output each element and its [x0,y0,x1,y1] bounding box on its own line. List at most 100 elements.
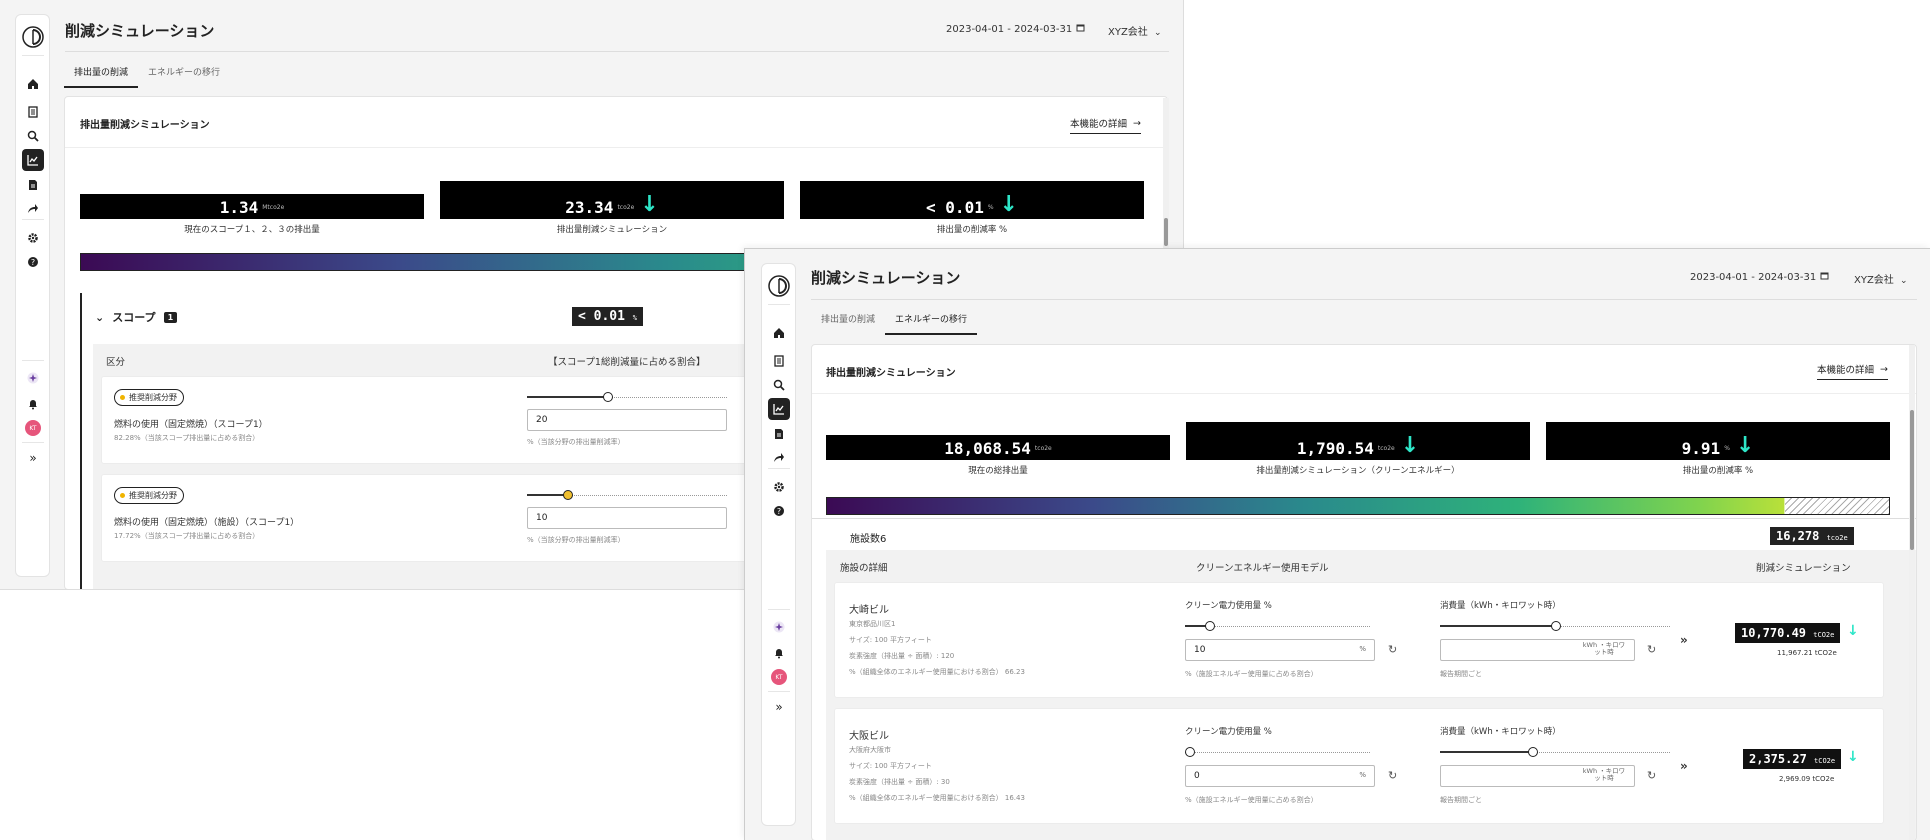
report-icon[interactable] [768,423,790,445]
settings-icon[interactable] [768,476,790,498]
clean-power-slider[interactable] [1185,747,1370,757]
section-header-facility: 施設の詳細 [840,563,888,574]
sidebar-divider [22,219,44,220]
chart-icon[interactable] [768,398,790,420]
settings-icon[interactable] [22,227,44,249]
tab-emission-reduction[interactable]: 排出量の削減 [64,60,139,88]
slider-track [1185,752,1370,753]
chart-icon[interactable] [22,149,44,171]
avatar[interactable]: KT [771,669,787,685]
logo-icon[interactable] [21,25,45,49]
kpi-current-emissions: 1.34 Mtco2e [80,194,424,219]
double-chevron-right-icon: » [1680,759,1688,773]
share-icon[interactable] [768,447,790,469]
sparkle-icon[interactable] [768,616,790,638]
facility-address: 大阪府大阪市 [849,746,891,754]
bell-icon[interactable] [768,642,790,664]
slider-knob[interactable] [1528,747,1538,757]
search-icon[interactable] [768,374,790,396]
reduction-input[interactable]: 10 [527,507,727,529]
clean-power-label: クリーン電力使用量 % [1185,601,1272,611]
consumption-input[interactable]: kWh ・キロワット時 [1440,639,1635,661]
bell-icon[interactable] [22,393,44,415]
kpi-unit: Mtco2e [262,204,285,211]
company-selector[interactable]: XYZ会社 ⌄ [1108,23,1162,38]
scroll-thumb[interactable] [1164,218,1168,246]
consumption-suffix: kWh ・キロワット時 [1582,767,1626,782]
detail-link[interactable]: 本機能の詳細 → [1070,116,1141,134]
facility-name: 大阪ビル [849,731,889,742]
reduction-slider[interactable] [527,490,727,500]
kpi-unit: % [1724,445,1730,452]
share-icon[interactable] [22,198,44,220]
chevron-down-icon: ⌄ [95,310,105,324]
help-icon[interactable]: ? [768,500,790,522]
kpi-unit: tco2e [1377,445,1395,452]
clean-power-input[interactable]: 10 % [1185,639,1375,661]
clean-power-input[interactable]: 0 % [1185,765,1375,787]
slider-knob[interactable] [1205,621,1215,631]
slider-knob[interactable] [1185,747,1195,757]
expand-icon[interactable]: » [768,696,790,718]
chevron-down-icon: ⌄ [1900,276,1908,286]
consumption-slider[interactable] [1440,747,1670,757]
result-previous: 11,967.21 tCO2e [1777,649,1837,657]
kpi-value: 9.91 [1681,439,1721,458]
tab-energy-transition[interactable]: エネルギーの移行 [138,60,230,88]
scope-reduction-unit: % [632,314,638,322]
header-divider [811,299,1917,300]
input-note: %（当該分野の排出量削減率） [527,536,625,544]
clean-power-slider[interactable] [1185,621,1370,631]
refresh-icon[interactable]: ↻ [1647,643,1656,656]
date-range-picker[interactable]: 2023-04-01 - 2024-03-31 [946,23,1085,35]
consumption-input[interactable]: kWh ・キロワット時 [1440,765,1635,787]
sparkle-icon[interactable] [22,367,44,389]
tab-energy-transition[interactable]: エネルギーの移行 [885,307,978,335]
facility-size: サイズ: 100 平方フィート [849,636,932,644]
detail-link-label: 本機能の詳細 [1817,365,1875,376]
company-selector[interactable]: XYZ会社 ⌄ [1854,271,1908,286]
scroll-thumb[interactable] [1910,410,1914,550]
clean-power-note: %（施設エネルギー使用量に占める割合） [1185,670,1318,678]
facility-total-value: 16,278 [1776,529,1820,543]
reduction-input[interactable]: 20 [527,409,727,431]
consumption-slider[interactable] [1440,621,1670,631]
refresh-icon[interactable]: ↻ [1388,769,1397,782]
tab-emission-reduction[interactable]: 排出量の削減 [811,307,885,335]
down-arrow-icon: ↓ [640,192,659,217]
document-icon[interactable] [768,350,790,372]
document-icon[interactable] [22,101,44,123]
home-icon[interactable] [22,73,44,95]
sidebar-divider [22,360,44,361]
clean-power-suffix: % [1359,771,1366,779]
down-arrow-icon: ↓ [999,192,1018,217]
facility-intensity: 炭素強度（排出量 ÷ 面積）: 30 [849,778,950,786]
reduction-slider[interactable] [527,392,727,402]
refresh-icon[interactable]: ↻ [1388,643,1397,656]
reduction-gradient-bar [826,497,1890,515]
kpi-unit: tco2e [617,204,635,211]
facility-total-badge: 16,278 tco2e [1770,527,1854,545]
slider-knob[interactable] [563,490,573,500]
slider-knob[interactable] [603,392,613,402]
company-name: XYZ会社 [1108,27,1148,38]
report-icon[interactable] [22,174,44,196]
input-note: %（当該分野の排出量削減率） [527,438,625,446]
help-icon[interactable]: ? [22,251,44,273]
scrollbar[interactable] [1909,345,1915,840]
date-range-picker[interactable]: 2023-04-01 - 2024-03-31 [1690,271,1829,283]
card-divider [812,518,1916,519]
window-energy-transition: ? KT » 削減シミュレーション 2023-04-01 - 2024-03-3… [744,248,1930,840]
refresh-icon[interactable]: ↻ [1647,769,1656,782]
kpi-value: < 0.01 [926,198,984,217]
slider-knob[interactable] [1551,621,1561,631]
avatar[interactable]: KT [25,420,41,436]
home-icon[interactable] [768,322,790,344]
card-title: 排出量削減シミュレーション [826,368,956,379]
scrollbar[interactable] [1163,98,1169,248]
logo-icon[interactable] [767,274,791,298]
search-icon[interactable] [22,125,44,147]
scope-toggle[interactable]: ⌄ スコープ 1 [95,309,178,325]
expand-icon[interactable]: » [22,447,44,469]
detail-link[interactable]: 本機能の詳細 → [1817,362,1888,380]
